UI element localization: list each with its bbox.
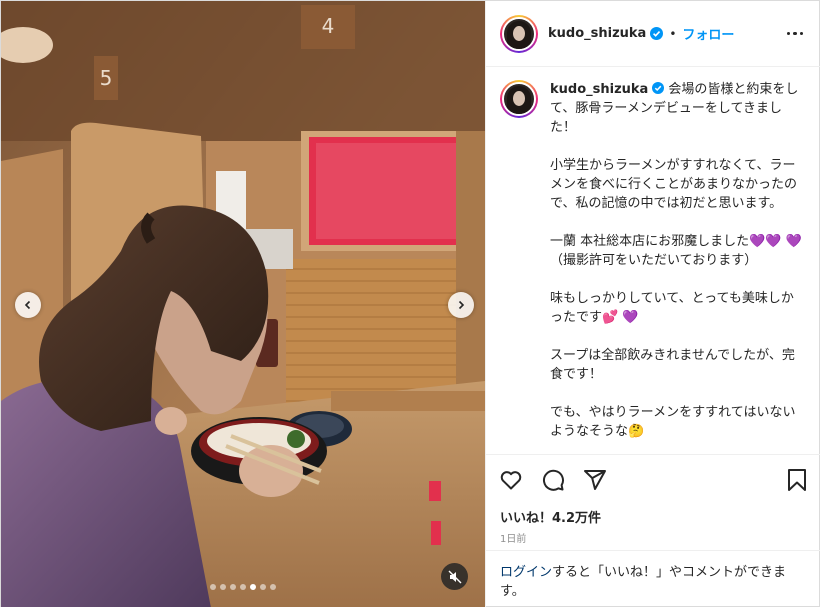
heart-icon	[500, 471, 522, 490]
caption-paragraph: kudo_shizuka 会場の皆様と約束をして、豚骨ラーメンデビューをしてきまし…	[550, 80, 805, 137]
like-button[interactable]	[498, 467, 524, 493]
login-prompt: ログインすると「いいね！」やコメントができます。	[486, 550, 820, 607]
carousel-dot	[210, 584, 216, 590]
share-icon	[584, 470, 606, 490]
post-media[interactable]: 5 4	[1, 1, 485, 607]
save-button[interactable]	[784, 467, 810, 493]
verified-badge-icon	[652, 82, 665, 94]
bookmark-icon	[788, 469, 806, 491]
carousel-dot	[260, 584, 266, 590]
caption-line-2: 小学生からラーメンがすすれなくて、ラーメンを食べに行くことがあまりなかったので、…	[550, 158, 798, 211]
carousel-indicator	[1, 584, 485, 590]
likes-count[interactable]: いいね！4.2万件	[500, 507, 601, 526]
author-username[interactable]: kudo_shizuka	[548, 26, 646, 41]
share-button[interactable]	[582, 467, 608, 493]
header-separator: •	[669, 26, 677, 41]
chevron-left-icon	[24, 300, 31, 310]
carousel-dot	[240, 584, 246, 590]
verified-badge-icon	[650, 27, 664, 40]
caption-area[interactable]: kudo_shizuka 会場の皆様と約束をして、豚骨ラーメンデビューをしてきまし…	[486, 68, 820, 454]
booth-number-4: 4	[322, 14, 335, 38]
chevron-right-icon	[458, 300, 465, 310]
comment-icon	[542, 469, 564, 491]
carousel-dot	[230, 584, 236, 590]
carousel-dot	[270, 584, 276, 590]
carousel-next-button[interactable]	[448, 292, 474, 318]
follow-button[interactable]: フォロー	[682, 24, 734, 43]
caption-text: kudo_shizuka 会場の皆様と約束をして、豚骨ラーメンデビューをしてきまし…	[550, 80, 805, 454]
caption-line-3: 一蘭 本社総本店にお邪魔しました💜💜 💜 （撮影許可をいただいております）	[550, 234, 802, 268]
comment-button[interactable]	[540, 467, 566, 493]
speaker-muted-icon	[448, 570, 461, 583]
login-link[interactable]: ログイン	[500, 565, 552, 580]
caption-line-5: スープは全部飲みきれませんでしたが、完食です！	[550, 348, 795, 382]
caption-username[interactable]: kudo_shizuka	[550, 82, 648, 97]
caption-line-4: 味もしっかりしていて、とっても美味しかったです💕 💜	[550, 291, 794, 325]
caption-line-6: でも、やはりラーメンをすすれてはいないようなそうな🤔	[550, 405, 796, 439]
post-side-panel: kudo_shizuka • フォロー kudo_shizuka 会場の皆様と約束…	[485, 1, 820, 607]
avatar-photo	[502, 16, 536, 51]
action-bar	[486, 454, 820, 508]
carousel-dot	[250, 584, 256, 590]
more-options-button[interactable]	[783, 28, 808, 40]
caption-comment: kudo_shizuka 会場の皆様と約束をして、豚骨ラーメンデビューをしてきまし…	[500, 80, 808, 454]
carousel-dot	[220, 584, 226, 590]
caption-avatar[interactable]	[500, 80, 538, 118]
ramen-photo: 5 4	[1, 1, 485, 607]
post-time[interactable]: 1日前	[500, 530, 526, 545]
more-horizontal-icon	[786, 31, 790, 36]
carousel-prev-button[interactable]	[15, 292, 41, 318]
author-avatar[interactable]	[500, 14, 538, 53]
instagram-post: 5 4 kudo_shizuka • フォロー kudo_shizuka 会場の…	[0, 0, 820, 607]
post-header: kudo_shizuka • フォロー	[486, 1, 820, 67]
booth-number-5: 5	[100, 66, 113, 90]
avatar-photo	[502, 82, 536, 116]
mute-button[interactable]	[441, 563, 468, 590]
